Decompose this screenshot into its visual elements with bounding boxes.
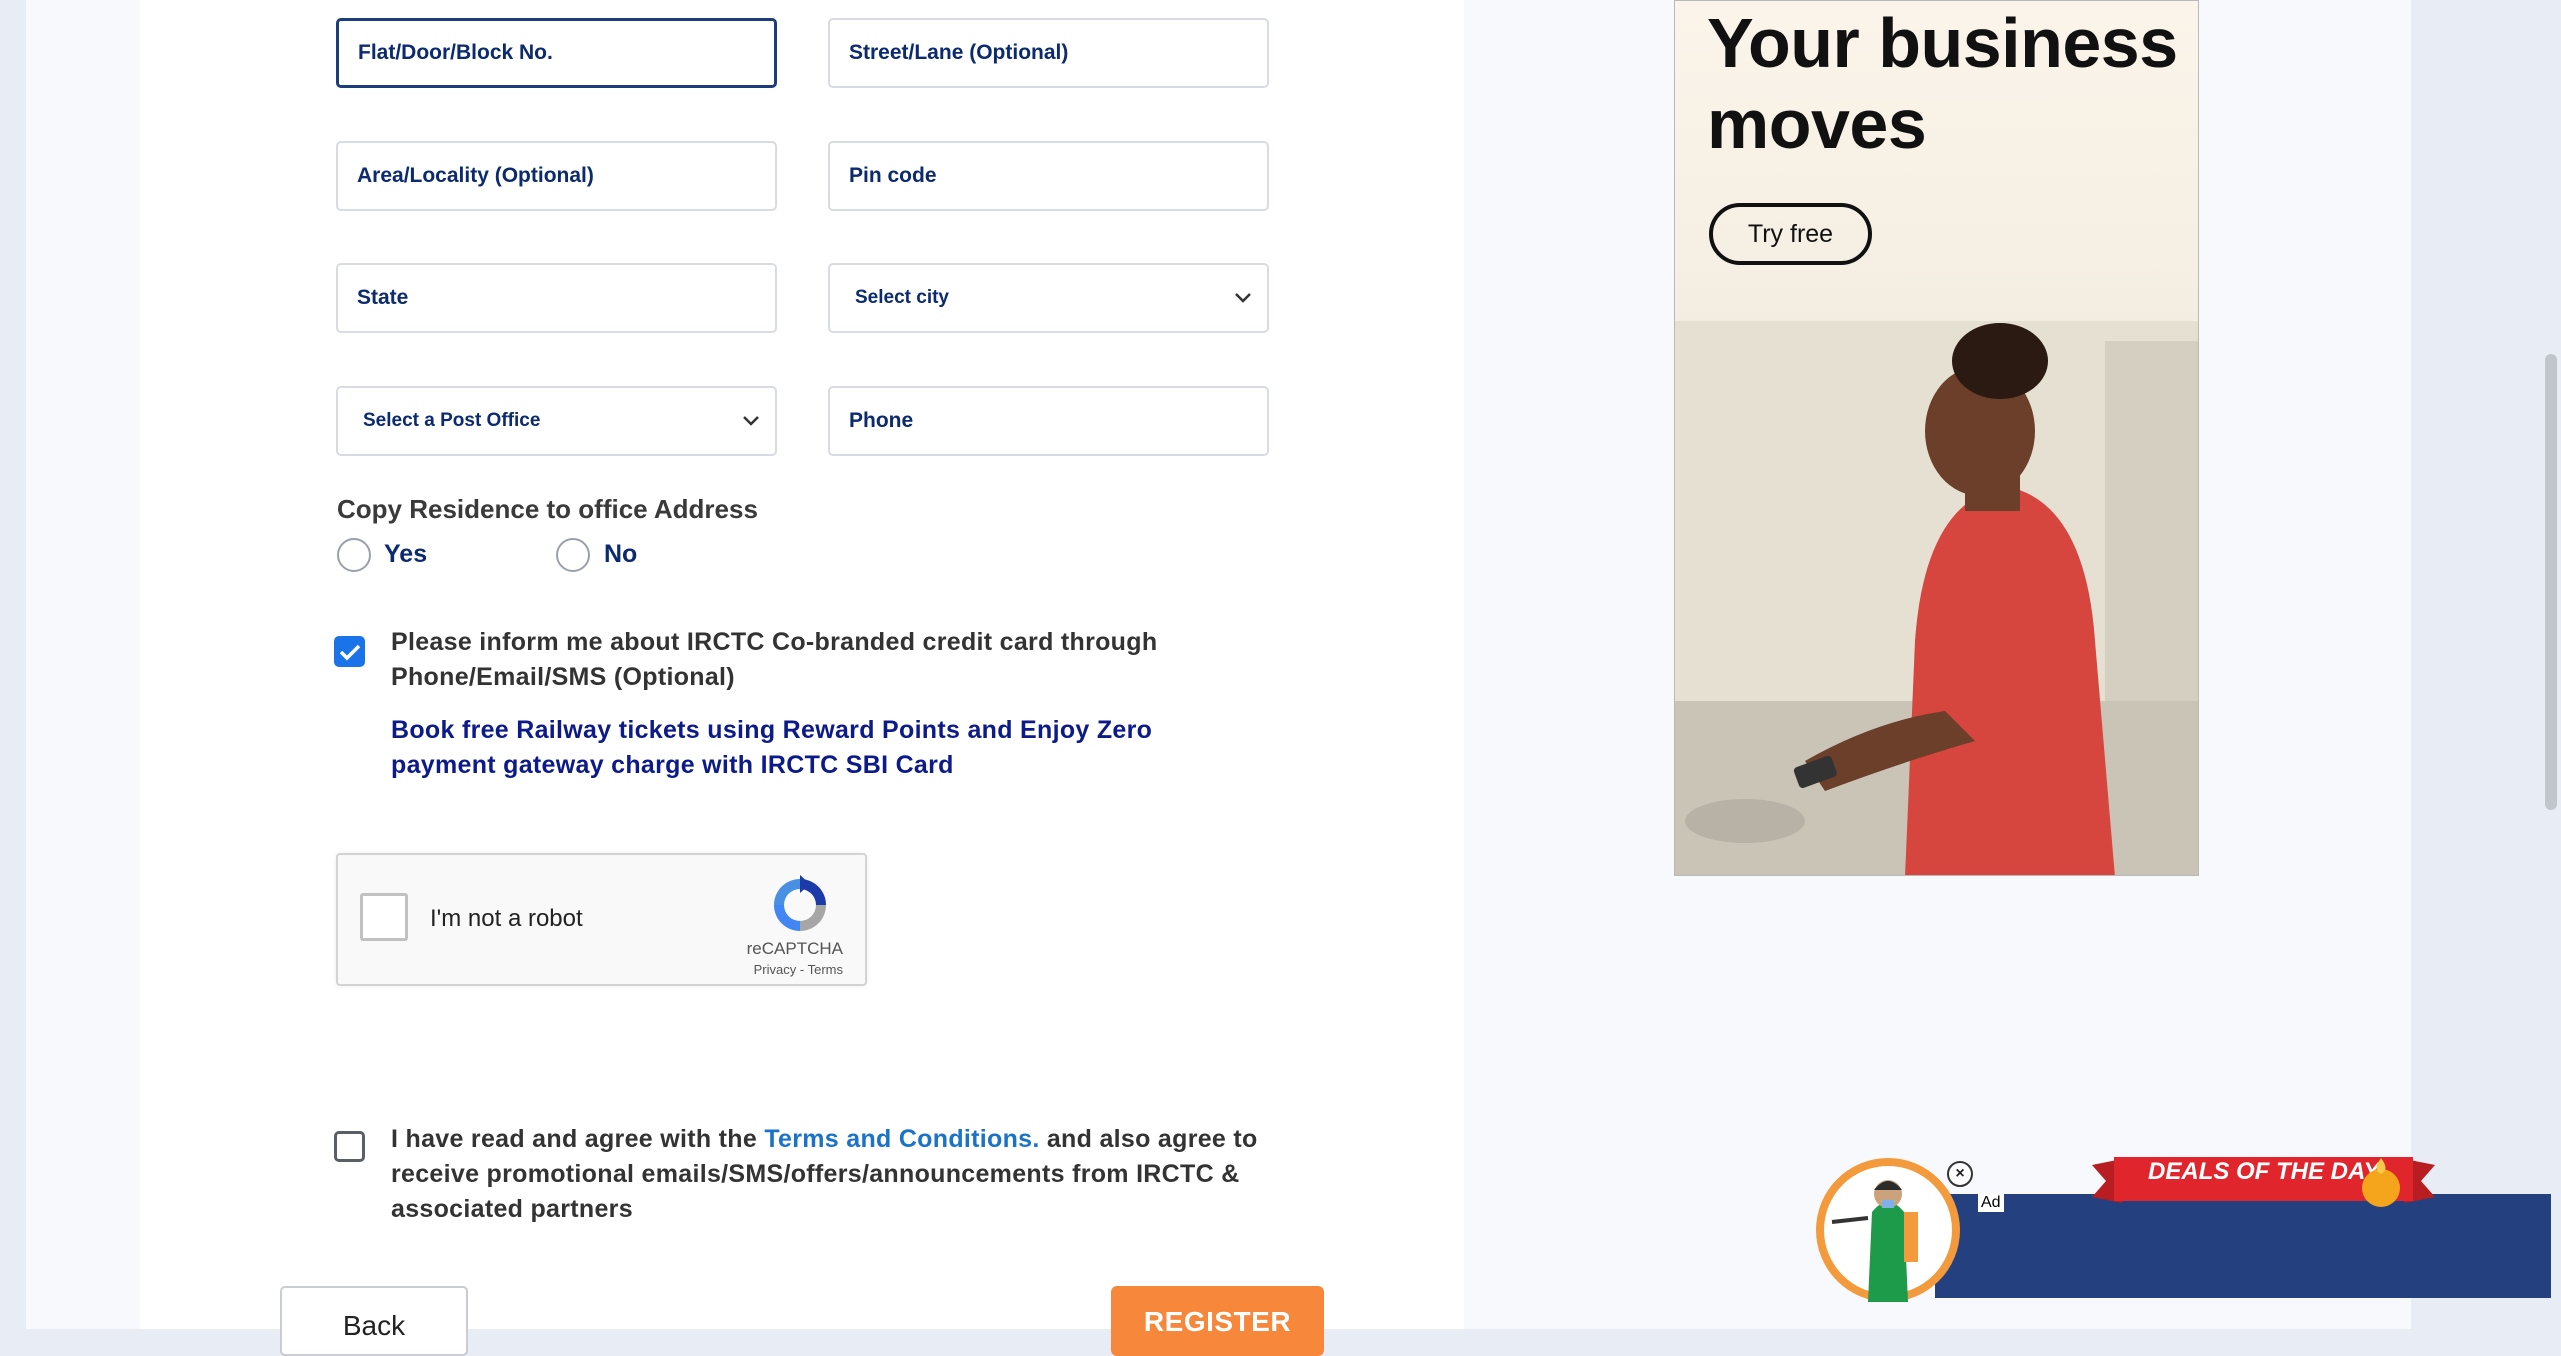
terms-agree-text: I have read and agree with the Terms and… [391, 1122, 1291, 1227]
phone-placeholder: Phone [849, 409, 914, 432]
street-lane-placeholder: Street/Lane (Optional) [849, 41, 1069, 64]
city-select-value: Select city [855, 287, 949, 308]
register-button[interactable]: REGISTER [1111, 1286, 1324, 1356]
state-placeholder: State [357, 286, 409, 309]
state-input[interactable]: State [336, 263, 777, 333]
irctc-sbi-card-promo-link[interactable]: Book free Railway tickets using Reward P… [391, 713, 1191, 783]
copy-address-label: Copy Residence to office Address [337, 494, 758, 524]
copy-address-yes-label: Yes [384, 540, 428, 568]
recaptcha-checkbox[interactable] [360, 893, 408, 941]
street-lane-input[interactable]: Street/Lane (Optional) [828, 18, 1269, 88]
area-locality-placeholder: Area/Locality (Optional) [357, 164, 594, 187]
pin-code-input[interactable]: Pin code [828, 141, 1269, 211]
ad-headline: Your business moves [1707, 3, 2178, 165]
copy-address-no-radio[interactable] [556, 538, 590, 572]
flat-door-block-input[interactable]: Flat/Door/Block No. [336, 18, 777, 88]
terms-prefix: I have read and agree with the [391, 1125, 765, 1153]
recaptcha-links: Privacy - Terms [754, 962, 843, 977]
city-select[interactable]: Select city [828, 263, 1269, 333]
chevron-down-icon [1232, 287, 1254, 309]
post-office-select[interactable]: Select a Post Office [336, 386, 777, 456]
chevron-down-icon [740, 410, 762, 432]
ad-cta-label: Try free [1747, 219, 1834, 248]
ad-headline-line1: Your business [1707, 4, 2178, 82]
ad-photo-woman-with-phone [1675, 321, 2198, 875]
deals-of-the-day-title: DEALS OF THE DAY [2148, 1158, 2380, 1185]
page-scrollbar-thumb[interactable] [2545, 354, 2557, 810]
copy-address-no-label: No [604, 540, 638, 568]
recaptcha-widget: I'm not a robot reCAPTCHA Privacy - Term… [336, 853, 867, 986]
recaptcha-privacy-link[interactable]: Privacy [754, 962, 797, 977]
close-icon[interactable]: × [1947, 1161, 1973, 1187]
deals-of-the-day-banner[interactable] [1935, 1194, 2551, 1298]
credit-card-consent-checkbox[interactable] [334, 636, 365, 667]
area-locality-input[interactable]: Area/Locality (Optional) [336, 141, 777, 211]
special-offer-badge-icon [2362, 1158, 2400, 1207]
phone-input[interactable]: Phone [828, 386, 1269, 456]
ad-try-free-button[interactable]: Try free [1709, 203, 1872, 265]
flat-door-block-placeholder: Flat/Door/Block No. [358, 41, 553, 64]
terms-and-conditions-link[interactable]: Terms and Conditions. [764, 1125, 1039, 1153]
checkmark-icon [339, 644, 360, 660]
recaptcha-label: I'm not a robot [430, 905, 583, 932]
back-button[interactable]: Back [280, 1286, 468, 1356]
recaptcha-logo-icon [774, 875, 826, 931]
recaptcha-separator: - [799, 962, 805, 977]
recaptcha-terms-link[interactable]: Terms [808, 962, 843, 977]
terms-agree-checkbox[interactable] [334, 1131, 365, 1162]
post-office-select-value: Select a Post Office [363, 410, 541, 431]
pin-code-placeholder: Pin code [849, 164, 937, 187]
business-advertisement[interactable]: Your business moves Try free [1674, 0, 2199, 876]
register-button-label: REGISTER [1143, 1306, 1292, 1337]
credit-card-consent-text: Please inform me about IRCTC Co-branded … [391, 628, 1158, 691]
copy-address-yes-radio[interactable] [337, 538, 371, 572]
back-button-label: Back [342, 1310, 406, 1341]
ad-headline-line2: moves [1707, 85, 1927, 163]
recaptcha-brand: reCAPTCHA [746, 939, 843, 958]
